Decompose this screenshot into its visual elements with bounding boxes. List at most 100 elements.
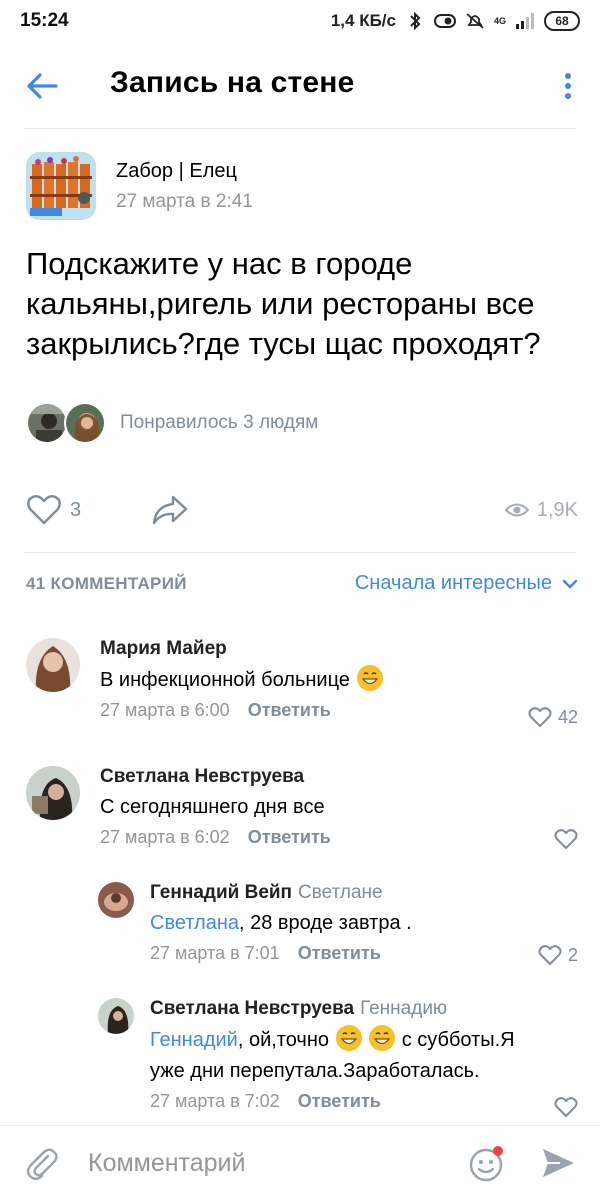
avatar[interactable] (26, 766, 80, 820)
reply-item: Светлана Невструева Геннадию Геннадий, ой… (98, 998, 578, 1118)
actions-divider (24, 552, 576, 553)
comment-meta: 27 марта в 6:00 Ответить (100, 700, 384, 721)
status-indicators: 1,4 КБ/с 4G 68 (331, 11, 580, 31)
heart-icon (538, 945, 562, 966)
avatar[interactable] (98, 882, 134, 918)
page-title: Запись на стене (110, 66, 355, 99)
heart-icon (554, 1097, 578, 1118)
send-button[interactable] (540, 1146, 576, 1185)
reply-button[interactable]: Ответить (248, 700, 331, 721)
liker-avatar (64, 402, 106, 444)
group-avatar[interactable] (26, 152, 96, 220)
reply-button[interactable]: Ответить (298, 1091, 381, 1112)
like-count: 3 (70, 498, 82, 521)
comment-like-count: 2 (567, 944, 578, 965)
chevron-down-icon (562, 579, 578, 589)
back-arrow-icon (27, 73, 58, 99)
reply-button[interactable]: Ответить (298, 943, 381, 964)
comment-text: Геннадий, ой,точно с субботы.Я уже дни п… (150, 1024, 515, 1087)
reply-to-label: Геннадию (360, 998, 448, 1019)
views-counter: 1,9K (504, 498, 578, 522)
comment-body: Светлана Невструева С сегодняшнего дня в… (100, 766, 331, 848)
grinning-emoji-icon (369, 1025, 396, 1051)
sort-label: Сначала интересные (354, 572, 552, 594)
emoji-picker-button[interactable] (466, 1144, 506, 1189)
comments-header: 41 КОММЕНТАРИЙ Сначала интересные (26, 572, 578, 595)
comment-body: Геннадий Вейп Светлане Светлана, 28 вроде… (150, 882, 412, 964)
post-date: 27 марта в 2:41 (116, 190, 253, 212)
mute-bell-icon (466, 13, 484, 29)
comment-author[interactable]: Мария Майер (100, 638, 384, 660)
comment-text: Светлана, 28 вроде завтра . (150, 912, 412, 934)
paperclip-icon (26, 1148, 58, 1180)
comment-date: 27 марта в 7:02 (150, 1091, 280, 1111)
comment-meta: 27 марта в 7:01 Ответить (150, 943, 412, 964)
comment-date: 27 марта в 6:02 (100, 827, 230, 847)
network-speed: 1,4 КБ/с (330, 11, 396, 30)
grinning-emoji-icon (356, 665, 383, 691)
share-button[interactable] (151, 494, 189, 526)
sort-dropdown[interactable]: Сначала интересные (355, 572, 578, 595)
eye-icon (504, 503, 529, 517)
avatar[interactable] (98, 998, 134, 1034)
reply-item: Геннадий Вейп Светлане Светлана, 28 вроде… (98, 882, 578, 966)
bluetooth-icon (410, 12, 421, 30)
status-bar: 15:24 1,4 КБ/с 4G 68 (0, 0, 600, 42)
back-button[interactable] (22, 66, 62, 106)
comment-body: Светлана Невструева Геннадию Геннадий, ой… (150, 998, 515, 1112)
mention-link[interactable]: Светлана (150, 912, 239, 934)
like-button[interactable]: 3 (26, 494, 81, 526)
comment-text: С сегодняшнего дня все (100, 796, 325, 818)
reply-button[interactable]: Ответить (248, 827, 331, 848)
comment-like-count: 42 (557, 706, 578, 727)
share-icon (152, 495, 188, 525)
heart-icon (27, 495, 61, 525)
comment-meta: 27 марта в 6:02 Ответить (100, 827, 331, 848)
likes-summary: Понравилось 3 людям (120, 412, 319, 433)
heart-icon (528, 707, 552, 728)
author-name[interactable]: Zабор | Елец (116, 160, 253, 183)
smile-icon (469, 1146, 503, 1182)
post-text: Подскажите у нас в городе кальяны,ригель… (26, 246, 541, 361)
comment-meta: 27 марта в 7:02 Ответить (150, 1091, 515, 1112)
comments-count: 41 КОММЕНТАРИЙ (26, 573, 187, 593)
likers-row[interactable]: Понравилось 3 людям (26, 402, 318, 444)
post-actions: 3 1,9K (26, 490, 578, 530)
comment-date: 27 марта в 7:01 (150, 943, 280, 963)
author-info: Zабор | Елец 27 марта в 2:41 (116, 160, 253, 213)
comment-date: 27 марта в 6:00 (100, 700, 230, 720)
comment-like-button[interactable] (554, 1096, 578, 1118)
grinning-emoji-icon (335, 1025, 362, 1051)
comment-composer (0, 1125, 600, 1199)
comment-author[interactable]: Светлана Невструева Геннадию (150, 998, 515, 1020)
attach-button[interactable] (24, 1146, 60, 1187)
comment-like-button[interactable]: 2 (538, 944, 578, 966)
heart-icon (554, 829, 578, 850)
send-icon (543, 1149, 574, 1177)
comment-text: В инфекционной больнице (100, 664, 384, 696)
comment-item: Светлана Невструева С сегодняшнего дня в… (26, 766, 578, 850)
mention-link[interactable]: Геннадий (150, 1029, 238, 1051)
status-time: 15:24 (20, 10, 69, 31)
more-vertical-icon (565, 73, 571, 79)
comment-body: Мария Майер В инфекционной больнице 27 м… (100, 638, 384, 721)
comment-like-button[interactable]: 42 (528, 706, 578, 728)
more-options-button[interactable] (556, 68, 580, 104)
post-author[interactable]: Zабор | Елец 27 марта в 2:41 (26, 152, 253, 220)
reply-to-label: Светлане (298, 882, 383, 903)
fence-logo-image (26, 152, 96, 220)
dnd-icon (433, 14, 456, 28)
comment-author[interactable]: Светлана Невструева (100, 766, 331, 788)
comment-input[interactable] (88, 1142, 448, 1184)
battery-indicator: 68 (544, 11, 580, 31)
signal-label: 4G (493, 15, 506, 26)
comment-item: Мария Майер В инфекционной больнице 27 м… (26, 638, 578, 728)
liker-avatar (26, 402, 68, 444)
signal-icon (516, 13, 534, 29)
app-header: Запись на стене (0, 50, 600, 120)
avatar[interactable] (26, 638, 80, 692)
views-count: 1,9K (536, 498, 578, 521)
comment-author[interactable]: Геннадий Вейп Светлане (150, 882, 412, 904)
header-divider (24, 128, 576, 129)
comment-like-button[interactable] (554, 828, 578, 850)
